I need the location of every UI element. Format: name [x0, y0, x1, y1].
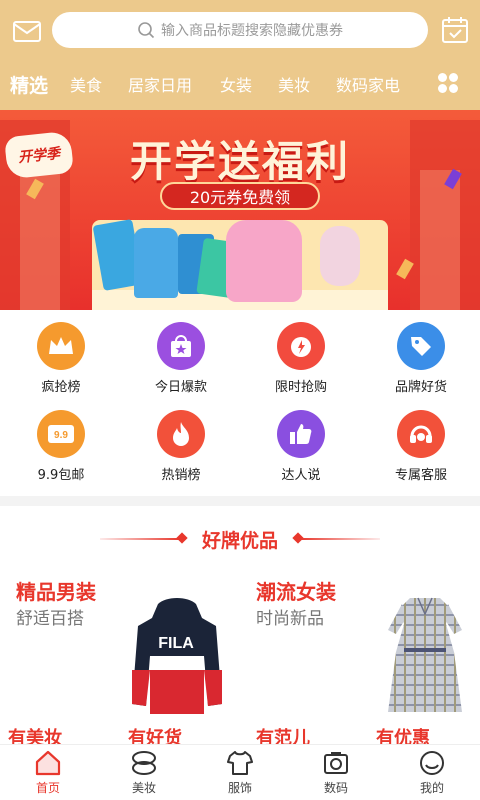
card-title-womenswear[interactable]: 潮流女装	[256, 576, 336, 605]
brand-section-header: 好牌优品	[0, 520, 480, 556]
nav-profile[interactable]: 我的	[402, 749, 462, 796]
nav-label: 首页	[35, 781, 60, 795]
nav-label: 数码	[323, 781, 348, 795]
nav-home[interactable]: 首页	[18, 749, 78, 796]
nav-makeup[interactable]: 美妆	[114, 749, 174, 796]
svg-text:9.9: 9.9	[54, 430, 68, 441]
nav-label: 我的	[419, 781, 444, 795]
profile-icon	[420, 751, 444, 775]
tab-jingxuan[interactable]: 精选	[10, 71, 48, 98]
card-sub-womenswear: 时尚新品	[256, 609, 324, 629]
product-detergent-bottle	[134, 228, 178, 298]
makeup-icon	[132, 751, 156, 775]
camera-icon	[324, 752, 348, 774]
headset-icon	[397, 410, 445, 458]
nav-digital[interactable]: 数码	[306, 749, 366, 796]
cut-label[interactable]: 有好货	[128, 724, 182, 746]
tab-jujia[interactable]: 居家日用	[128, 72, 192, 96]
brand-section-title: 好牌优品	[201, 530, 278, 552]
shortcut-label: 疯抢榜	[41, 380, 81, 395]
home-icon	[35, 750, 61, 776]
tab-shuma[interactable]: 数码家电	[336, 72, 400, 96]
tag-icon	[397, 322, 445, 370]
thumbs-up-icon	[277, 410, 325, 458]
shirt-icon	[227, 751, 253, 775]
nav-label: 美妆	[131, 781, 156, 795]
shortcut-rexiao[interactable]: 热销榜	[126, 398, 236, 484]
category-tabs: 精选 美食 居家日用 女装 美妆 数码家电	[0, 62, 480, 106]
tab-meishi[interactable]: 美食	[70, 72, 102, 96]
cut-label[interactable]: 有范儿	[256, 724, 310, 746]
mail-icon[interactable]	[12, 16, 42, 46]
banner-title: 开学送福利	[129, 137, 350, 186]
crown-icon	[37, 322, 85, 370]
all-categories-icon[interactable]	[437, 72, 459, 94]
card-sub-menswear: 舒适百搭	[16, 609, 84, 629]
coupon-pill[interactable]: 20元券免费领	[160, 182, 320, 210]
shortcut-pinpai[interactable]: 品牌好货	[366, 310, 476, 396]
search-icon	[138, 22, 155, 39]
shortcut-fengqiang[interactable]: 疯抢榜	[6, 310, 116, 396]
shortcut-label: 今日爆款	[154, 380, 207, 395]
shortcut-label: 9.9包邮	[37, 468, 85, 483]
card-title-menswear[interactable]: 精品男装	[16, 576, 96, 605]
tab-meizhuang[interactable]: 美妆	[278, 72, 310, 96]
shortcut-label: 达人说	[281, 468, 321, 483]
shortcut-baoyou[interactable]: 9.9 9.9包邮	[6, 398, 116, 484]
fila-hoodie-image[interactable]: FILA	[128, 596, 226, 720]
category-cut-row: 有美妆 有好货 有范儿 有优惠	[0, 724, 480, 746]
nav-clothing[interactable]: 服饰	[210, 749, 270, 796]
promo-banner[interactable]: 开学季 开学送福利 20元券免费领	[0, 110, 480, 310]
calendar-check-icon[interactable]	[440, 15, 470, 45]
section-divider	[0, 496, 480, 506]
bottom-nav: 首页 美妆 服饰 数码 我的	[0, 744, 480, 800]
product-school-bag	[226, 220, 302, 302]
cut-label[interactable]: 有美妆	[8, 724, 62, 746]
flame-icon	[157, 410, 205, 458]
header-line-right	[300, 538, 380, 540]
banner-book-left	[20, 170, 60, 310]
alarm-clock-icon	[277, 322, 325, 370]
star-bag-icon	[157, 322, 205, 370]
hoodie-brand-text: FILA	[158, 635, 194, 652]
shortcut-grid: 疯抢榜 今日爆款 限时抢购 品牌好货 9.9 9.9包邮 热销榜 达人说 专属客…	[0, 310, 480, 496]
shortcut-label: 专属客服	[394, 468, 447, 483]
cut-label[interactable]: 有优惠	[376, 724, 430, 746]
shortcut-label: 品牌好货	[394, 380, 447, 395]
search-bar[interactable]: 输入商品标题搜索隐藏优惠券	[52, 12, 428, 48]
price-9-9-icon: 9.9	[37, 410, 85, 458]
coupon-text: 20元券免费领	[189, 188, 291, 207]
top-bar: 输入商品标题搜索隐藏优惠券	[0, 0, 480, 62]
search-placeholder: 输入商品标题搜索隐藏优惠券	[161, 23, 343, 39]
banner-book-right	[420, 170, 460, 310]
plaid-dress-image[interactable]	[384, 594, 466, 718]
nav-label: 服饰	[227, 781, 252, 795]
header: 输入商品标题搜索隐藏优惠券 精选 美食 居家日用 女装 美妆 数码家电	[0, 0, 480, 110]
shortcut-label: 限时抢购	[274, 380, 327, 395]
shortcut-xianshi[interactable]: 限时抢购	[246, 310, 356, 396]
product-microphone	[320, 226, 360, 286]
shortcut-baokuan[interactable]: 今日爆款	[126, 310, 236, 396]
tab-nvzhuang[interactable]: 女装	[220, 72, 252, 96]
shortcut-kefu[interactable]: 专属客服	[366, 398, 476, 484]
shortcut-label: 热销榜	[161, 468, 201, 483]
shortcut-daren[interactable]: 达人说	[246, 398, 356, 484]
